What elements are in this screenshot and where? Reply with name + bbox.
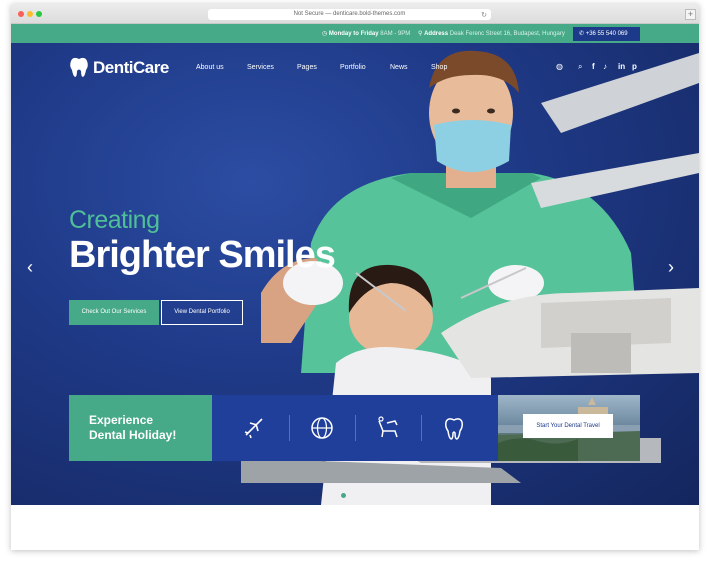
dental-chair-icon — [378, 416, 398, 438]
slider-next-arrow-icon[interactable]: › — [668, 257, 674, 278]
budapest-photo: Start Your Dental Travel — [498, 395, 640, 461]
dental-holiday-banner: Experience Dental Holiday! — [69, 395, 212, 461]
nav-item-shop[interactable]: Shop — [431, 64, 447, 71]
phone-number: +36 55 540 069 — [585, 31, 628, 37]
dental-travel-button[interactable]: Start Your Dental Travel — [523, 414, 613, 438]
nav-item-pages[interactable]: Pages — [297, 64, 317, 71]
reload-icon[interactable]: ↻ — [481, 10, 487, 21]
hero-title: Brighter Smiles — [69, 234, 336, 276]
icon-divider — [421, 415, 422, 441]
new-tab-button[interactable]: + — [685, 9, 696, 20]
tooth-logo-icon — [70, 57, 88, 77]
hero-subtitle: Creating — [69, 206, 160, 234]
minimize-window-button[interactable] — [27, 11, 33, 17]
top-info-bar: ◷ Monday to Friday 8AM - 9PM ⚲ Address D… — [11, 24, 699, 43]
nav-item-portfolio[interactable]: Portfolio — [340, 64, 366, 71]
nav-item-news[interactable]: News — [390, 64, 408, 71]
search-icon[interactable]: ⌕ — [578, 62, 582, 72]
airplane-icon — [244, 418, 263, 439]
browser-window: Not Secure — denticare.bold-themes.com ↻… — [11, 4, 699, 550]
icon-divider — [289, 415, 290, 441]
hero-slider: DentiCare About us Services Pages Portfo… — [11, 43, 699, 505]
globe-icon — [311, 417, 333, 439]
phone-button[interactable]: ✆ +36 55 540 069 — [573, 27, 640, 41]
address-bar[interactable]: Not Secure — denticare.bold-themes.com ↻ — [208, 9, 491, 20]
slider-prev-arrow-icon[interactable]: ‹ — [27, 257, 33, 278]
address-value: Deak Ferenc Street 16, Budapest, Hungary — [449, 31, 565, 37]
address-label: Address — [424, 31, 449, 37]
travel-icons-strip — [212, 395, 498, 461]
nav-item-services[interactable]: Services — [247, 64, 274, 71]
clock-icon: ◷ — [322, 31, 328, 37]
browser-toolbar: Not Secure — denticare.bold-themes.com ↻… — [11, 4, 699, 24]
promo-title-line1: Experience — [89, 413, 154, 427]
address-bar-text: Not Secure — denticare.bold-themes.com — [293, 11, 406, 17]
hours-label: Monday to Friday — [328, 31, 379, 37]
slider-indicator[interactable] — [341, 493, 346, 498]
pinterest-icon[interactable]: p — [632, 62, 637, 71]
nav-item-about[interactable]: About us — [196, 64, 224, 71]
hours-value: 8AM - 9PM — [380, 31, 411, 37]
cart-icon[interactable]: ◍ — [556, 62, 563, 71]
linkedin-icon[interactable]: in — [618, 62, 625, 71]
promo-title-line2: Dental Holiday! — [89, 428, 177, 442]
twitter-icon[interactable]: ♪ — [603, 62, 607, 71]
maximize-window-button[interactable] — [36, 11, 42, 17]
tooth-icon — [445, 418, 463, 440]
logo-text: DentiCare — [93, 58, 169, 77]
facebook-icon[interactable]: f — [592, 62, 595, 71]
phone-icon: ✆ — [579, 31, 585, 37]
services-button[interactable]: Check Out Our Services — [69, 300, 159, 325]
opening-hours: ◷ Monday to Friday 8AM - 9PM — [322, 30, 410, 37]
location-pin-icon: ⚲ — [418, 31, 423, 37]
address-info: ⚲ Address Deak Ferenc Street 16, Budapes… — [418, 30, 565, 37]
icon-divider — [355, 415, 356, 441]
portfolio-button[interactable]: View Dental Portfolio — [161, 300, 243, 325]
close-window-button[interactable] — [18, 11, 24, 17]
